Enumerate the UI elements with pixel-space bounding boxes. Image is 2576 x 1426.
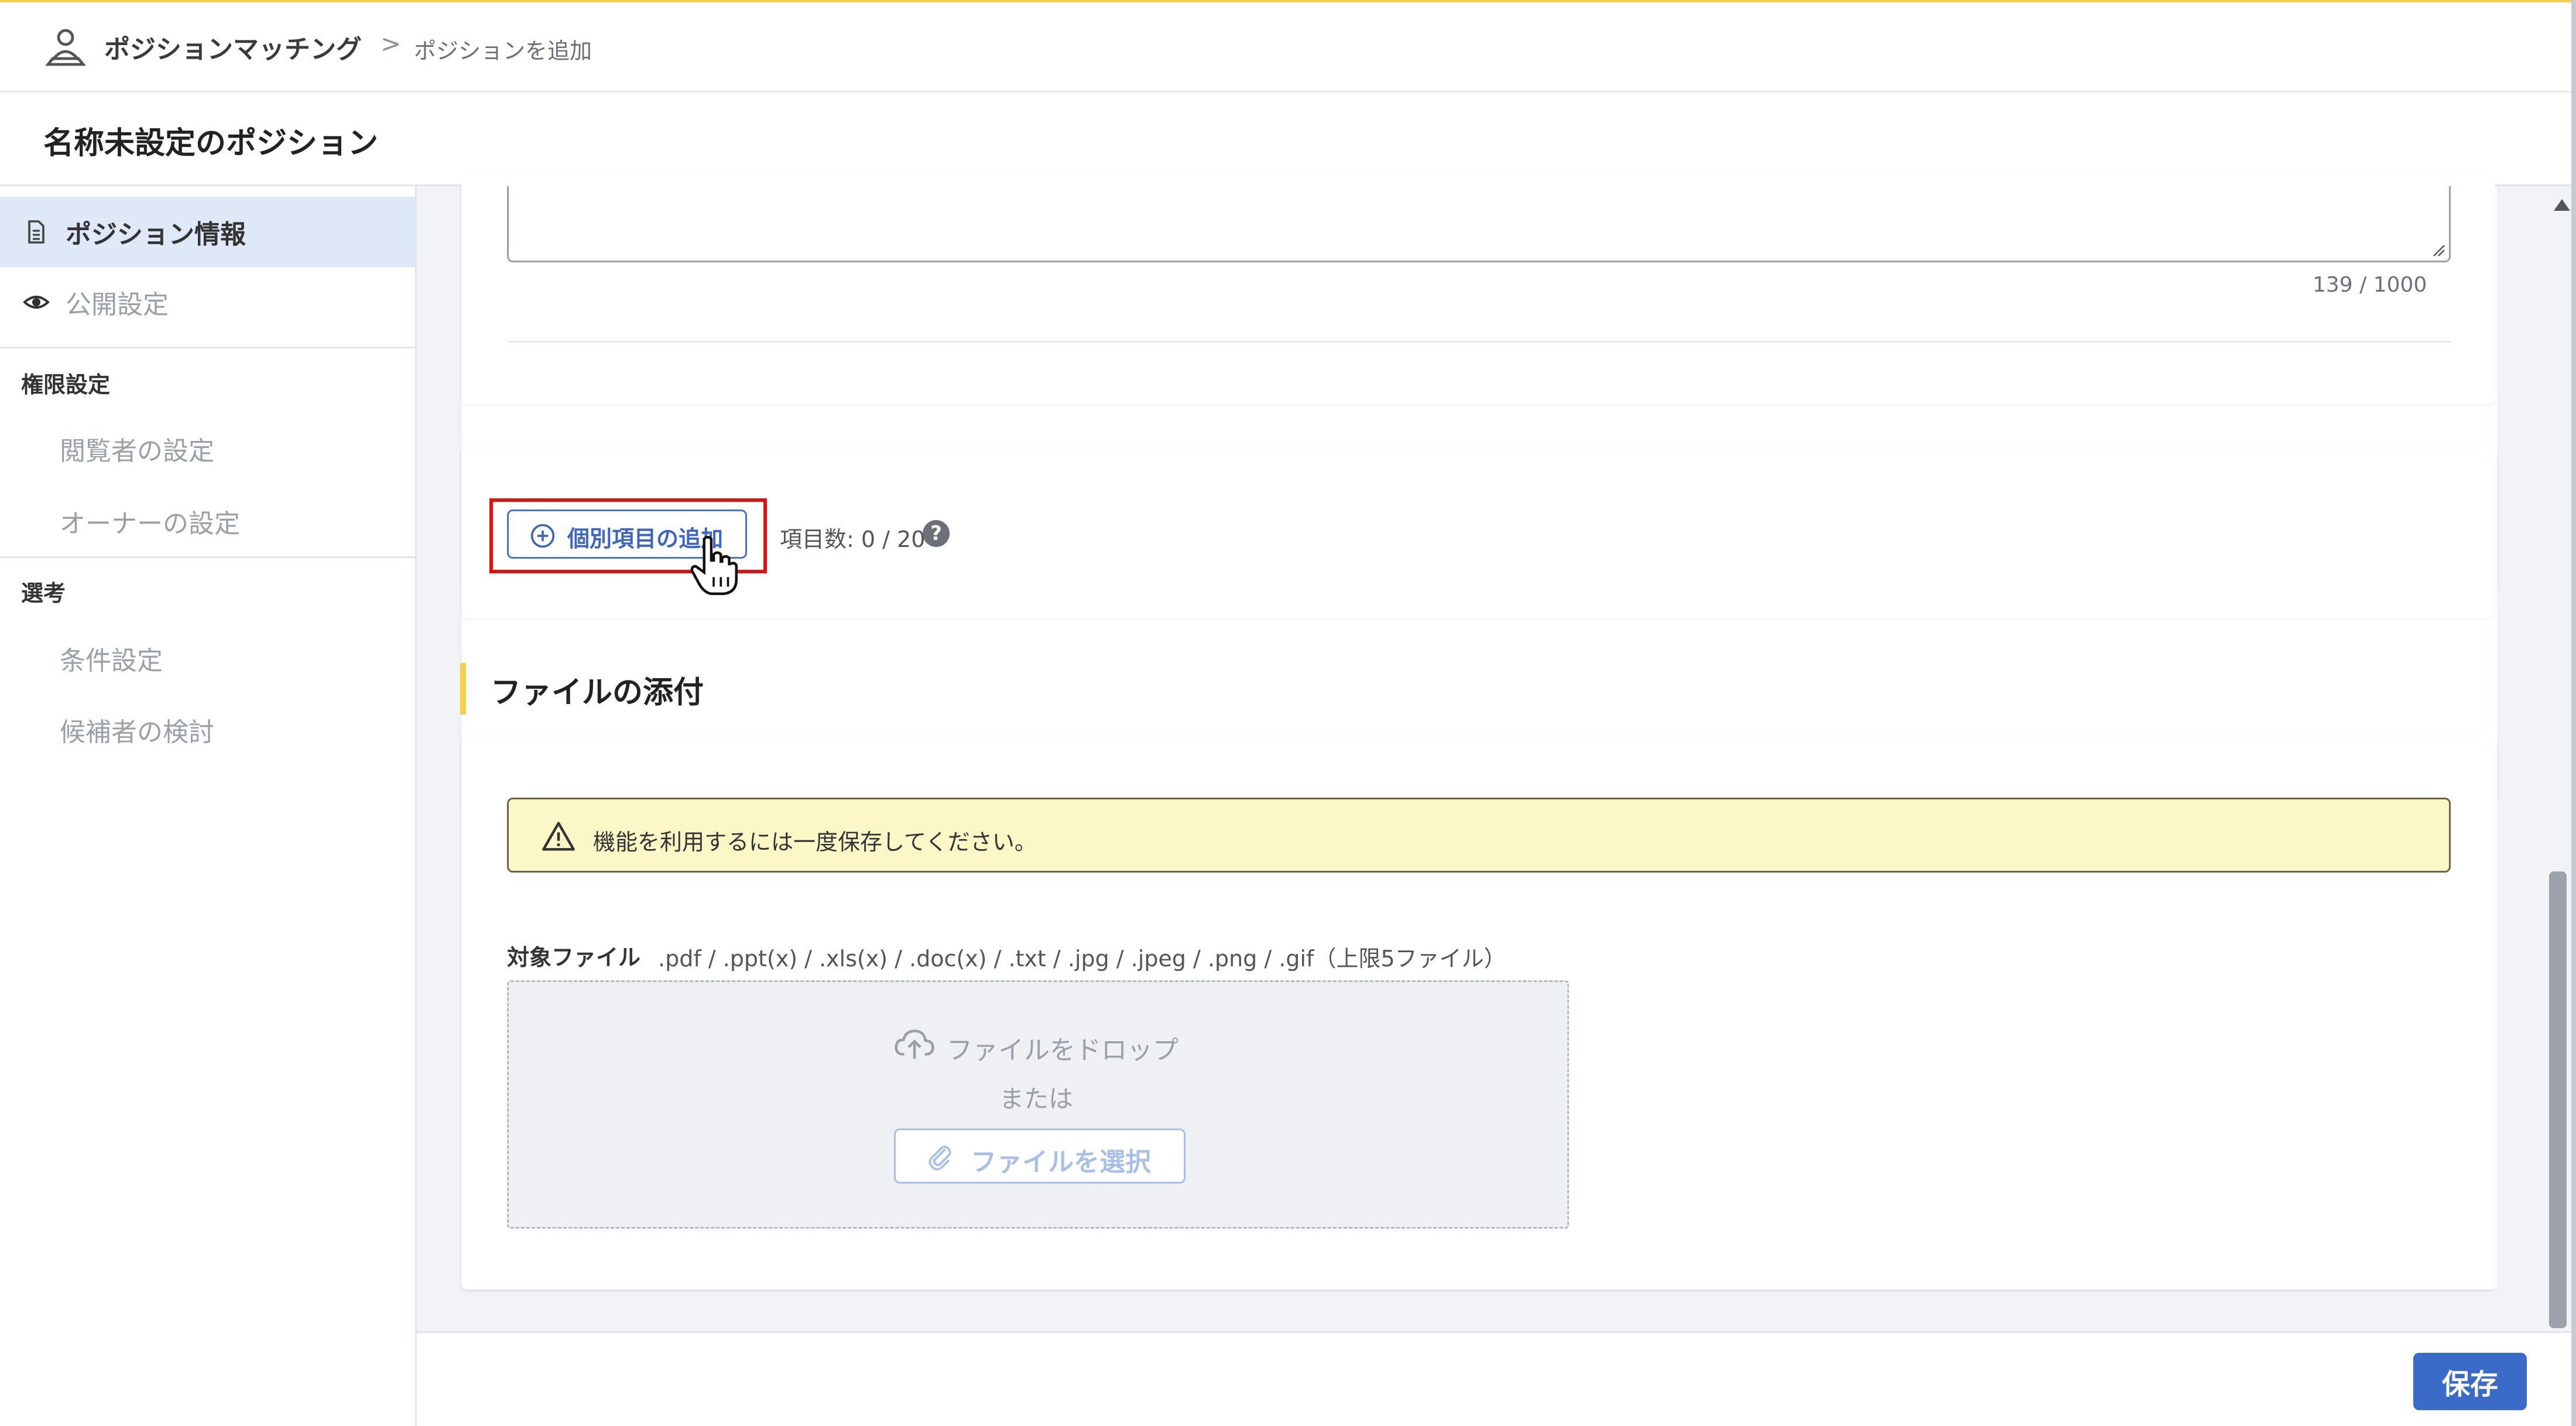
eye-icon	[23, 296, 50, 309]
custom-items-count: 項目数: 0 / 20	[780, 526, 926, 552]
scroll-thumb[interactable]	[2549, 871, 2567, 1328]
hand-cursor-icon	[690, 535, 738, 596]
footer-bar: 保存	[417, 1331, 2576, 1426]
app-header: ポジションマッチング > ポジションを追加	[0, 2, 2576, 93]
warning-icon	[542, 822, 575, 851]
sidebar-item-candidate-review[interactable]: 候補者の検討	[60, 711, 214, 748]
sidebar-divider	[0, 556, 415, 558]
sidebar: ポジション情報 公開設定 権限設定 閲覧者の設定 オーナーの設定 選考 条件設定…	[0, 186, 417, 1426]
alert-text: 機能を利用するには一度保存してください。	[593, 829, 1037, 855]
description-textarea[interactable]	[507, 186, 2451, 262]
cloud-upload-icon	[895, 1030, 934, 1059]
title-bar: 名称未設定のポジション	[0, 93, 2576, 186]
user-position-icon	[45, 29, 86, 66]
or-label: または	[999, 1085, 1074, 1113]
breadcrumb-current: ポジションを追加	[414, 38, 592, 64]
sidebar-item-label: 公開設定	[66, 290, 169, 320]
save-required-alert: 機能を利用するには一度保存してください。	[507, 798, 2451, 873]
breadcrumb-app-link[interactable]: ポジションマッチング	[104, 28, 362, 66]
description-char-counter: 139 / 1000	[2313, 273, 2427, 297]
document-icon	[28, 220, 44, 244]
scroll-up-arrow-icon[interactable]	[2554, 199, 2570, 211]
section-divider	[507, 341, 2451, 343]
breadcrumb-separator: >	[381, 29, 402, 58]
select-file-label: ファイルを選択	[971, 1147, 1151, 1177]
paperclip-icon	[929, 1145, 951, 1171]
help-icon[interactable]: ?	[923, 520, 950, 547]
page-title: 名称未設定のポジション	[43, 126, 379, 161]
sidebar-section-permissions: 権限設定	[21, 372, 111, 398]
select-file-button[interactable]: ファイルを選択	[894, 1129, 1186, 1184]
drop-files-label: ファイルをドロップ	[947, 1035, 1179, 1065]
sidebar-item-publish-settings[interactable]: 公開設定	[0, 267, 415, 337]
section-accent-bar	[460, 663, 466, 714]
sidebar-item-position-info[interactable]: ポジション情報	[0, 197, 415, 267]
target-files-label: 対象ファイル	[507, 945, 641, 970]
sidebar-item-label: ポジション情報	[66, 220, 246, 249]
resize-handle-icon[interactable]	[2431, 243, 2445, 257]
target-files-extensions: .pdf / .ppt(x) / .xls(x) / .doc(x) / .tx…	[658, 946, 1506, 972]
window-right-edge	[2571, 0, 2576, 1426]
sidebar-item-owner-settings[interactable]: オーナーの設定	[60, 502, 240, 540]
sidebar-section-selection: 選考	[21, 580, 66, 606]
sidebar-item-viewer-settings[interactable]: 閲覧者の設定	[60, 430, 214, 467]
attachments-section-title: ファイルの添付	[491, 675, 704, 710]
file-drop-zone[interactable]: ファイルをドロップ または ファイルを選択	[507, 980, 1569, 1229]
sidebar-divider	[0, 347, 415, 348]
sidebar-item-condition-settings[interactable]: 条件設定	[60, 640, 163, 677]
save-button[interactable]: 保存	[2413, 1353, 2527, 1410]
